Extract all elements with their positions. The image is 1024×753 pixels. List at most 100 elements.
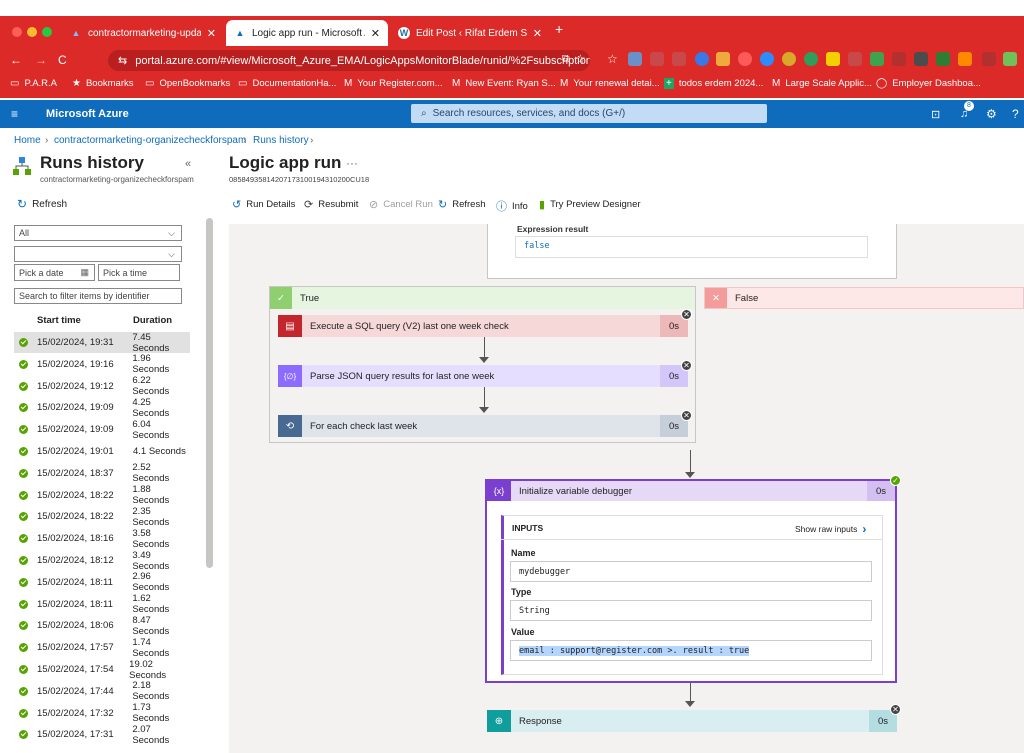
run-row[interactable]: 15/02/2024, 19:09 6.04 Seconds <box>14 419 190 441</box>
run-row[interactable]: 15/02/2024, 18:06 8.47 Seconds <box>14 615 190 637</box>
reload-icon[interactable]: C <box>58 53 67 67</box>
value-field[interactable]: email : support@register.com >. result :… <box>510 640 872 661</box>
refresh-run-button[interactable]: ↻ Refresh <box>438 198 485 211</box>
false-branch-header[interactable]: ✕ False <box>704 287 1024 309</box>
show-raw-inputs-button[interactable]: Show raw inputs › <box>795 522 866 536</box>
identifier-search-input[interactable]: Search to filter items by identifier <box>14 288 182 304</box>
azure-brand[interactable]: Microsoft Azure <box>46 108 129 120</box>
run-row[interactable]: 15/02/2024, 18:16 3.58 Seconds <box>14 528 190 550</box>
global-search-input[interactable]: ⌕ Search resources, services, and docs (… <box>411 104 767 123</box>
more-options-icon[interactable]: ··· <box>346 156 358 170</box>
extension-icon[interactable] <box>672 52 686 66</box>
close-window-button[interactable] <box>12 27 22 37</box>
extension-icon[interactable] <box>650 52 664 66</box>
initialize-variable-header[interactable]: {x} Initialize variable debugger 0s <box>487 481 895 501</box>
run-row[interactable]: 15/02/2024, 18:11 2.96 Seconds <box>14 571 190 593</box>
run-row[interactable]: 15/02/2024, 17:32 1.73 Seconds <box>14 702 190 724</box>
extension-icon[interactable] <box>716 52 730 66</box>
time-picker-input[interactable]: Pick a time <box>98 264 180 281</box>
bookmark-item[interactable]: + todos erdem 2024... <box>664 78 763 89</box>
bookmark-item[interactable]: ▭ P.A.R.A <box>10 78 57 89</box>
hamburger-menu-icon[interactable]: ≡ <box>11 107 18 121</box>
sql-query-action[interactable]: ▤ Execute a SQL query (V2) last one week… <box>278 315 688 337</box>
new-tab-icon[interactable]: + <box>555 21 563 37</box>
extension-icon[interactable] <box>870 52 884 66</box>
status-filter-dropdown[interactable]: All ⌵ <box>14 225 182 241</box>
run-row[interactable]: 15/02/2024, 18:12 3.49 Seconds <box>14 550 190 572</box>
try-preview-designer-button[interactable]: ▮ Try Preview Designer <box>539 198 641 211</box>
run-row[interactable]: 15/02/2024, 18:11 1.62 Seconds <box>14 593 190 615</box>
run-row[interactable]: 15/02/2024, 18:22 1.88 Seconds <box>14 484 190 506</box>
bookmark-item[interactable]: M Large Scale Applic... <box>772 78 872 89</box>
extension-icon[interactable] <box>826 52 840 66</box>
help-icon[interactable]: ? <box>1012 107 1019 121</box>
run-details-button[interactable]: ↺ Run Details <box>232 198 295 211</box>
run-row[interactable]: 15/02/2024, 18:37 2.52 Seconds <box>14 462 190 484</box>
extension-icon[interactable] <box>628 52 642 66</box>
bookmark-item[interactable]: M Your Register.com... <box>344 78 443 89</box>
run-row[interactable]: 15/02/2024, 18:22 2.35 Seconds <box>14 506 190 528</box>
column-header-duration[interactable]: Duration <box>133 315 172 326</box>
extension-icon[interactable] <box>738 52 752 66</box>
column-header-start-time[interactable]: Start time <box>37 315 81 326</box>
close-tab-icon[interactable]: ✕ <box>533 27 542 40</box>
bookmark-item[interactable]: ▭ OpenBookmarks <box>145 78 230 89</box>
extension-icon[interactable] <box>848 52 862 66</box>
bookmark-item[interactable]: M Your renewal detai... <box>560 78 660 89</box>
secondary-filter-dropdown[interactable]: ⌵ <box>14 246 182 262</box>
site-settings-icon[interactable]: ⇆ <box>118 54 127 67</box>
extension-icon[interactable] <box>782 52 796 66</box>
collapse-panel-icon[interactable]: « <box>185 158 191 170</box>
browser-tab[interactable]: W Edit Post ‹ Rifat Erdem Sahin ✕ <box>390 20 550 46</box>
bookmark-item[interactable]: ◯ Employer Dashboa... <box>876 78 981 89</box>
run-row[interactable]: 15/02/2024, 19:01 4.1 Seconds <box>14 441 190 462</box>
run-row[interactable]: 15/02/2024, 17:54 19.02 Seconds <box>14 659 190 681</box>
extension-icon[interactable] <box>695 52 709 66</box>
parse-json-action[interactable]: {∅} Parse JSON query results for last on… <box>278 365 688 387</box>
breadcrumb-logic-app[interactable]: contractormarketing-organizecheckforspam <box>54 135 246 146</box>
extension-icon[interactable] <box>804 52 818 66</box>
runs-scrollbar[interactable] <box>206 218 213 568</box>
close-tab-icon[interactable]: ✕ <box>371 27 380 40</box>
zoom-extension-icon[interactable] <box>760 52 774 66</box>
bookmark-item[interactable]: ▭ DocumentationHa... <box>238 78 336 89</box>
run-row[interactable]: 15/02/2024, 19:09 4.25 Seconds <box>14 397 190 419</box>
browser-tab[interactable]: ▲ contractormarketing-updated ✕ <box>62 20 224 46</box>
info-button[interactable]: ⓘ Info <box>496 198 528 214</box>
run-row[interactable]: 15/02/2024, 17:44 2.18 Seconds <box>14 680 190 702</box>
browser-tab-active[interactable]: ▲ Logic app run - Microsoft Azu ✕ <box>226 20 388 46</box>
response-action[interactable]: ⊕ Response 0s <box>487 710 897 732</box>
extension-icon[interactable] <box>914 52 928 66</box>
close-tab-icon[interactable]: ✕ <box>207 27 216 40</box>
extension-icon[interactable] <box>982 52 996 66</box>
bookmark-item[interactable]: ★ Bookmarks <box>72 78 133 89</box>
run-row[interactable]: 15/02/2024, 19:16 1.96 Seconds <box>14 353 190 375</box>
cloud-shell-icon[interactable]: ⊡ <box>931 108 940 121</box>
breadcrumb-home[interactable]: Home <box>14 135 41 146</box>
breadcrumb-runs-history[interactable]: Runs history <box>253 135 309 146</box>
run-row[interactable]: 15/02/2024, 19:12 6.22 Seconds <box>14 375 190 397</box>
extension-icon[interactable] <box>936 52 950 66</box>
for-each-action[interactable]: ⟲ For each check last week 0s <box>278 415 688 437</box>
settings-gear-icon[interactable]: ⚙ <box>986 107 997 121</box>
cancel-run-button[interactable]: ⊘ Cancel Run <box>369 198 433 211</box>
forward-icon[interactable]: → <box>35 53 47 67</box>
run-row[interactable]: 15/02/2024, 17:31 2.07 Seconds <box>14 724 190 746</box>
extension-icon[interactable] <box>892 52 906 66</box>
star-icon[interactable]: ☆ <box>607 52 618 66</box>
bookmark-star-icon[interactable]: ☆ <box>575 52 586 66</box>
date-picker-input[interactable]: Pick a date ▦ <box>14 264 95 281</box>
true-branch-header[interactable]: ✓ True <box>270 287 695 309</box>
refresh-button[interactable]: ↻ Refresh <box>17 197 67 211</box>
minimize-window-button[interactable] <box>27 27 37 37</box>
extension-icon[interactable] <box>958 52 972 66</box>
resubmit-button[interactable]: ⟳ Resubmit <box>304 198 358 211</box>
back-icon[interactable]: ← <box>10 53 22 67</box>
run-row[interactable]: 15/02/2024, 19:31 7.45 Seconds <box>14 332 190 354</box>
run-row[interactable]: 15/02/2024, 17:57 1.74 Seconds <box>14 637 190 659</box>
install-icon[interactable]: ⧉ <box>562 53 570 66</box>
bookmark-item[interactable]: M New Event: Ryan S... <box>452 78 556 89</box>
extension-icon[interactable] <box>1003 52 1017 66</box>
maximize-window-button[interactable] <box>42 27 52 37</box>
url-field[interactable]: ⇆ portal.azure.com/#view/Microsoft_Azure… <box>108 50 590 71</box>
